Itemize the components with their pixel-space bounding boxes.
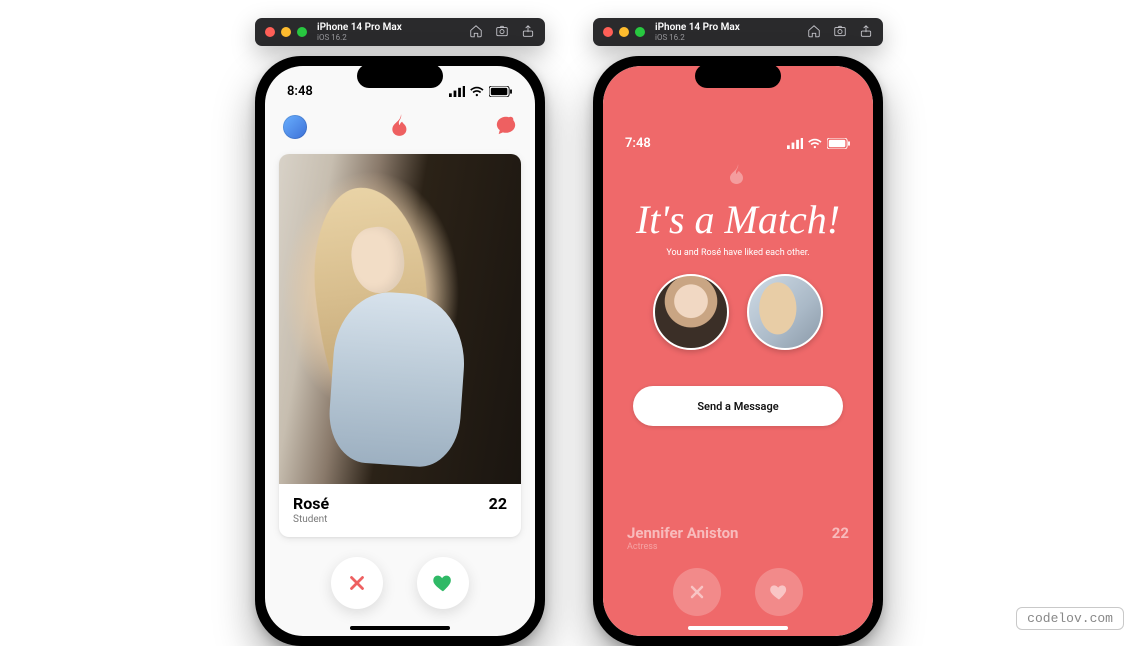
zoom-window-dot[interactable] (297, 27, 307, 37)
window-traffic-lights (265, 27, 307, 37)
match-subtitle: You and Rosé have liked each other. (666, 248, 809, 258)
share-icon[interactable] (859, 23, 873, 42)
home-icon[interactable] (469, 23, 483, 42)
send-message-label: Send a Message (697, 400, 778, 413)
wifi-icon (807, 138, 823, 149)
phone-frame-b: 7:48 It's a Match! You and Rosé have lik… (593, 56, 883, 646)
battery-icon (827, 138, 851, 149)
bg-profile-role: Actress (627, 542, 738, 552)
status-time: 8:48 (287, 84, 313, 99)
nope-button-ghost (673, 568, 721, 616)
home-indicator[interactable] (688, 626, 788, 630)
status-time: 7:48 (625, 136, 651, 151)
profile-photo (279, 154, 521, 484)
phone-frame-a: 8:48 (255, 56, 545, 646)
watermark: codelov.com (1016, 607, 1124, 630)
wifi-icon (469, 86, 485, 97)
screenshot-icon[interactable] (833, 23, 847, 42)
match-avatar-them (747, 274, 823, 350)
screenshot-icon[interactable] (495, 23, 509, 42)
share-icon[interactable] (521, 23, 535, 42)
zoom-window-dot[interactable] (635, 27, 645, 37)
tinder-logo-icon (388, 112, 414, 142)
home-icon[interactable] (807, 23, 821, 42)
simulator-device-name: iPhone 14 Pro Max (317, 23, 402, 33)
dynamic-island (357, 64, 443, 88)
like-button-ghost (755, 568, 803, 616)
profile-avatar-button[interactable] (283, 115, 307, 139)
minimize-window-dot[interactable] (281, 27, 291, 37)
nope-button[interactable] (331, 557, 383, 609)
simulator-os: iOS 16.2 (317, 33, 402, 42)
close-window-dot[interactable] (265, 27, 275, 37)
profile-age: 22 (489, 494, 507, 513)
close-window-dot[interactable] (603, 27, 613, 37)
profile-name: Rosé (293, 494, 329, 513)
like-button[interactable] (417, 557, 469, 609)
messages-button[interactable] (495, 114, 517, 140)
cellular-icon (787, 138, 804, 149)
simulator-device-name: iPhone 14 Pro Max (655, 23, 740, 33)
match-overlay: 7:48 It's a Match! You and Rosé have lik… (603, 66, 873, 636)
bg-profile-name: Jennifer Aniston (627, 524, 738, 542)
cellular-icon (449, 86, 466, 97)
minimize-window-dot[interactable] (619, 27, 629, 37)
profile-card[interactable]: Rosé Student 22 (279, 154, 521, 537)
send-message-button[interactable]: Send a Message (633, 386, 844, 426)
profile-role: Student (293, 514, 329, 525)
match-avatar-you (653, 274, 729, 350)
status-bar: 7:48 (603, 118, 873, 162)
simulator-os: iOS 16.2 (655, 33, 740, 42)
simulator-titlebar: iPhone 14 Pro Max iOS 16.2 (255, 18, 545, 46)
simulator-titlebar: iPhone 14 Pro Max iOS 16.2 (593, 18, 883, 46)
battery-icon (489, 86, 513, 97)
background-card-meta: Jennifer Aniston Actress 22 (627, 524, 849, 552)
tinder-logo-icon (726, 162, 750, 190)
bg-profile-age: 22 (832, 524, 849, 552)
window-traffic-lights (603, 27, 645, 37)
dynamic-island (695, 64, 781, 88)
match-title: It's a Match! (636, 200, 840, 240)
home-indicator[interactable] (350, 626, 450, 630)
